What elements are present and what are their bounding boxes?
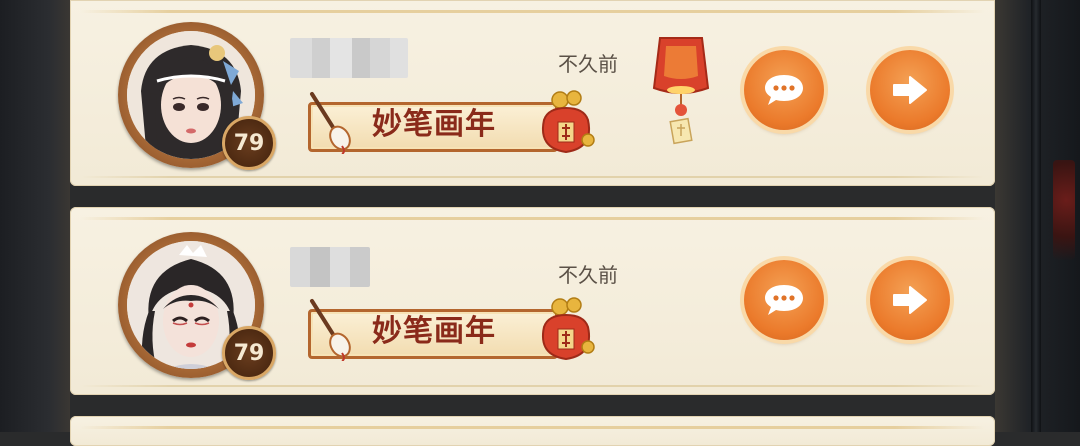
background-right (995, 0, 1080, 432)
background-rail (1031, 0, 1041, 432)
friend-row: 79 妙笔画年 不久前 (70, 0, 995, 186)
level-badge: 79 (222, 116, 276, 170)
level-badge: 79 (222, 326, 276, 380)
background-decoration (1053, 160, 1075, 260)
visit-button[interactable] (870, 50, 950, 130)
brush-icon (310, 92, 351, 154)
chat-button[interactable] (744, 50, 824, 130)
title-text: 妙笔画年 (372, 314, 496, 349)
friend-row: 79 妙笔画年 不久前 (70, 207, 995, 395)
level-value: 79 (233, 340, 265, 366)
player-name-blurred (290, 247, 370, 287)
avatar[interactable]: 79 (118, 232, 276, 380)
avatar[interactable]: 79 (118, 22, 276, 170)
arrow-right-icon (893, 76, 927, 104)
lucky-bag-icon (542, 297, 595, 361)
brush-icon (310, 299, 351, 361)
visit-button[interactable] (870, 260, 950, 340)
title-text: 妙笔画年 (372, 107, 496, 142)
friend-row (70, 416, 995, 446)
arrow-right-icon (893, 286, 927, 314)
player-name-blurred (290, 38, 408, 78)
sky-lantern-icon[interactable] (646, 32, 716, 150)
lucky-bag-icon (542, 90, 595, 154)
speech-bubble-icon (765, 285, 803, 315)
title-badge: 妙笔画年 (302, 297, 598, 361)
background-left (0, 0, 70, 432)
chat-button[interactable] (744, 260, 824, 340)
speech-bubble-icon (765, 75, 803, 105)
last-online-label: 不久前 (558, 263, 618, 287)
title-badge: 妙笔画年 (302, 90, 598, 154)
level-value: 79 (233, 130, 265, 156)
last-online-label: 不久前 (558, 52, 618, 76)
